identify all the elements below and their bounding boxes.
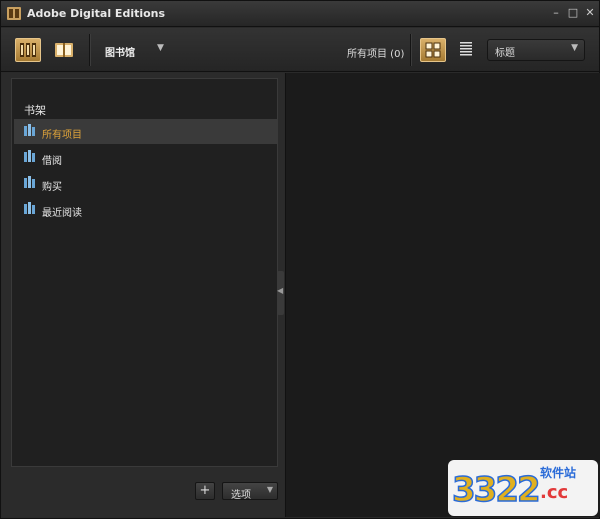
options-button[interactable]: 选项 ▼	[222, 482, 278, 501]
bookshelf-title: 书架	[24, 104, 46, 117]
bookshelf-icon	[24, 124, 35, 136]
maximize-button[interactable]: □	[566, 6, 580, 20]
toolbar-divider	[410, 34, 411, 66]
grid-view-button[interactable]	[420, 38, 446, 62]
shelf-item-purchased[interactable]: 购买	[14, 171, 277, 196]
reading-view-button[interactable]	[51, 38, 77, 62]
shelf-item-label: 最近阅读	[42, 208, 82, 219]
watermark-suffix: .cc	[540, 482, 569, 503]
shelf-item-borrowed[interactable]: 借阅	[14, 145, 277, 170]
grid-icon	[425, 42, 441, 58]
options-label: 选项	[231, 490, 251, 501]
items-count-label: 所有项目 (0)	[347, 49, 405, 60]
bookshelf-icon	[24, 176, 35, 188]
shelf-item-label: 所有项目	[42, 130, 82, 141]
app-window: Adobe Digital Editions – □ ✕ 图书馆 ▼ 所有项目 …	[0, 0, 600, 519]
chevron-down-icon: ▼	[266, 485, 273, 494]
close-button[interactable]: ✕	[583, 6, 597, 20]
list-view-button[interactable]	[454, 38, 480, 62]
title-bar: Adobe Digital Editions – □ ✕	[1, 1, 599, 27]
watermark-site: 软件站	[540, 466, 577, 480]
chevron-down-icon: ▼	[571, 43, 578, 53]
shelf-item-label: 购买	[42, 182, 62, 193]
toolbar: 图书馆 ▼ 所有项目 (0) 标题 ▼	[1, 28, 599, 72]
library-label[interactable]: 图书馆	[105, 44, 135, 59]
shelf-item-all[interactable]: 所有项目	[14, 119, 277, 144]
library-content-area	[285, 73, 600, 517]
toolbar-divider	[89, 34, 90, 66]
library-dropdown-icon[interactable]: ▼	[157, 43, 164, 53]
pane-splitter-handle[interactable]: ◀	[277, 271, 284, 315]
site-watermark: 3322 软件站 .cc	[448, 460, 598, 516]
minimize-button[interactable]: –	[549, 6, 563, 20]
bookshelf-icon	[24, 202, 35, 214]
app-logo-icon	[7, 7, 21, 20]
add-shelf-button[interactable]: +	[195, 482, 215, 500]
bookshelf-panel: 书架 所有项目 借阅 购买 最近阅读	[11, 78, 278, 467]
left-pane: 书架 所有项目 借阅 购买 最近阅读 + 选项 ▼	[2, 73, 284, 517]
shelf-item-label: 借阅	[42, 156, 62, 167]
sort-select[interactable]: 标题 ▼	[487, 39, 585, 61]
bookshelf-icon	[20, 43, 36, 57]
watermark-number: 3322	[451, 469, 541, 511]
sort-select-value: 标题	[495, 48, 515, 59]
list-icon	[460, 42, 472, 56]
bookshelf-icon	[24, 150, 35, 162]
chevron-left-icon: ◀	[277, 286, 284, 295]
open-book-icon	[55, 43, 73, 57]
shelf-item-recent[interactable]: 最近阅读	[14, 197, 277, 222]
library-view-button[interactable]	[15, 38, 41, 62]
window-title: Adobe Digital Editions	[27, 7, 166, 20]
